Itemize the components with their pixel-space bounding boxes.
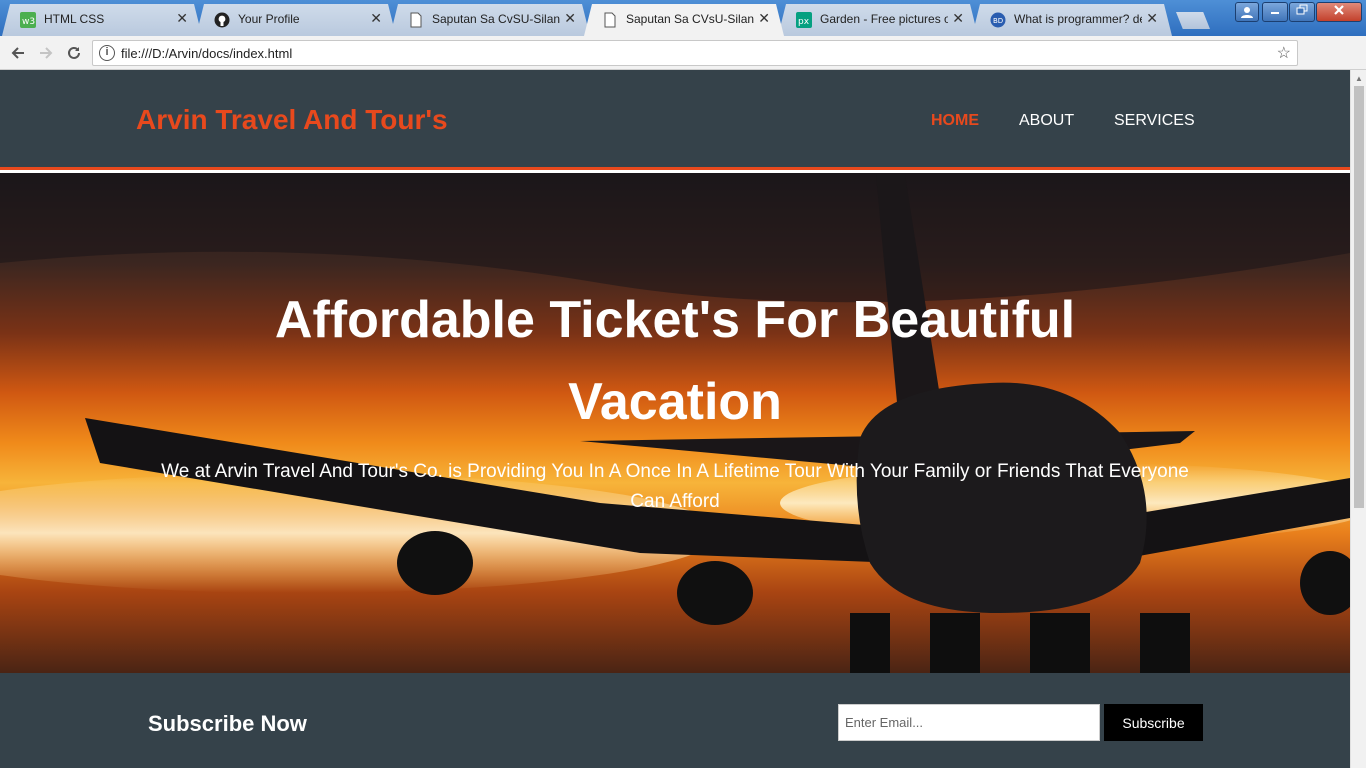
svg-text:px: px	[798, 17, 810, 27]
page-icon	[408, 12, 424, 28]
site-brand[interactable]: Arvin Travel And Tour's	[136, 104, 448, 136]
browser-tab[interactable]: Your Profile ✕	[196, 4, 396, 36]
newsletter-section: Subscribe Now Subscribe	[0, 673, 1350, 768]
browser-tab-strip: w3 HTML CSS ✕ Your Profile ✕ Saputan Sa …	[0, 0, 1366, 36]
scrollbar-thumb[interactable]	[1354, 86, 1364, 508]
back-button[interactable]	[6, 41, 30, 65]
user-profile-button[interactable]	[1235, 2, 1259, 22]
address-url[interactable]: file:///D:/Arvin/docs/index.html	[121, 46, 292, 61]
close-icon[interactable]: ✕	[1146, 10, 1158, 27]
browser-toolbar: i file:///D:/Arvin/docs/index.html ☆ ⋮	[0, 36, 1366, 95]
address-bar[interactable]: i file:///D:/Arvin/docs/index.html ☆	[92, 40, 1298, 66]
newsletter-heading: Subscribe Now	[148, 711, 307, 736]
back-arrow-icon	[11, 47, 24, 59]
close-icon[interactable]: ✕	[176, 10, 188, 27]
nav-about-link[interactable]: ABOUT	[1019, 112, 1074, 130]
forward-button[interactable]	[34, 41, 58, 65]
tab-title: What is programmer? de	[1014, 12, 1142, 26]
page-icon	[602, 12, 618, 28]
browser-tab[interactable]: px Garden - Free pictures on ✕	[778, 4, 978, 36]
tab-title: Your Profile	[238, 12, 300, 26]
svg-text:BD: BD	[993, 17, 1003, 25]
browser-tab[interactable]: w3 HTML CSS ✕	[2, 4, 202, 36]
svg-text:w3: w3	[22, 17, 35, 27]
close-icon[interactable]: ✕	[952, 10, 964, 27]
email-input[interactable]	[838, 704, 1100, 741]
browser-tab[interactable]: Saputan Sa CvSU-Silang ✕	[390, 4, 590, 36]
page-scrollbar[interactable]: ▲	[1350, 70, 1366, 768]
close-icon[interactable]: ✕	[564, 10, 576, 27]
nav-services-link[interactable]: SERVICES	[1114, 112, 1195, 130]
reload-button[interactable]	[62, 41, 86, 65]
tab-title: HTML CSS	[44, 12, 105, 26]
person-icon	[1241, 7, 1253, 18]
close-window-icon	[1334, 5, 1344, 15]
tab-title: Garden - Free pictures on	[820, 12, 948, 26]
close-icon[interactable]: ✕	[370, 10, 382, 27]
browser-tab-active[interactable]: Saputan Sa CVsU-Silang ✕	[584, 4, 784, 36]
hero-showcase: Affordable Ticket's For Beautiful Vacati…	[0, 173, 1350, 673]
hero-title: Affordable Ticket's For Beautiful Vacati…	[274, 291, 1076, 431]
subscribe-button[interactable]: Subscribe	[1104, 704, 1203, 741]
close-window-button[interactable]	[1316, 2, 1362, 22]
maximize-button[interactable]	[1289, 2, 1315, 22]
site-header: Arvin Travel And Tour's HOME ABOUT SERVI…	[0, 70, 1350, 170]
page-viewport: Arvin Travel And Tour's HOME ABOUT SERVI…	[0, 70, 1366, 768]
webopedia-icon: BD	[990, 12, 1006, 28]
new-tab-button[interactable]	[1176, 12, 1210, 29]
w3schools-icon: w3	[20, 12, 36, 28]
info-icon[interactable]: i	[99, 45, 115, 61]
nav-home-link[interactable]: HOME	[931, 112, 979, 130]
bookmark-star-icon[interactable]: ☆	[1277, 43, 1291, 63]
scroll-up-arrow-icon[interactable]: ▲	[1355, 74, 1363, 83]
restore-icon	[1296, 4, 1308, 15]
browser-tab[interactable]: BD What is programmer? de ✕	[972, 4, 1172, 36]
tab-title: Saputan Sa CvSU-Silang	[432, 12, 560, 26]
minimize-button[interactable]	[1262, 2, 1288, 22]
close-icon[interactable]: ✕	[758, 10, 770, 27]
minimize-icon	[1271, 12, 1279, 14]
forward-arrow-icon	[40, 47, 53, 59]
reload-icon	[68, 46, 80, 59]
pexels-icon: px	[796, 12, 812, 28]
tab-title: Saputan Sa CVsU-Silang	[626, 12, 754, 26]
hero-subtitle: We at Arvin Travel And Tour's Co. is Pro…	[161, 461, 1189, 512]
github-icon	[214, 12, 230, 28]
